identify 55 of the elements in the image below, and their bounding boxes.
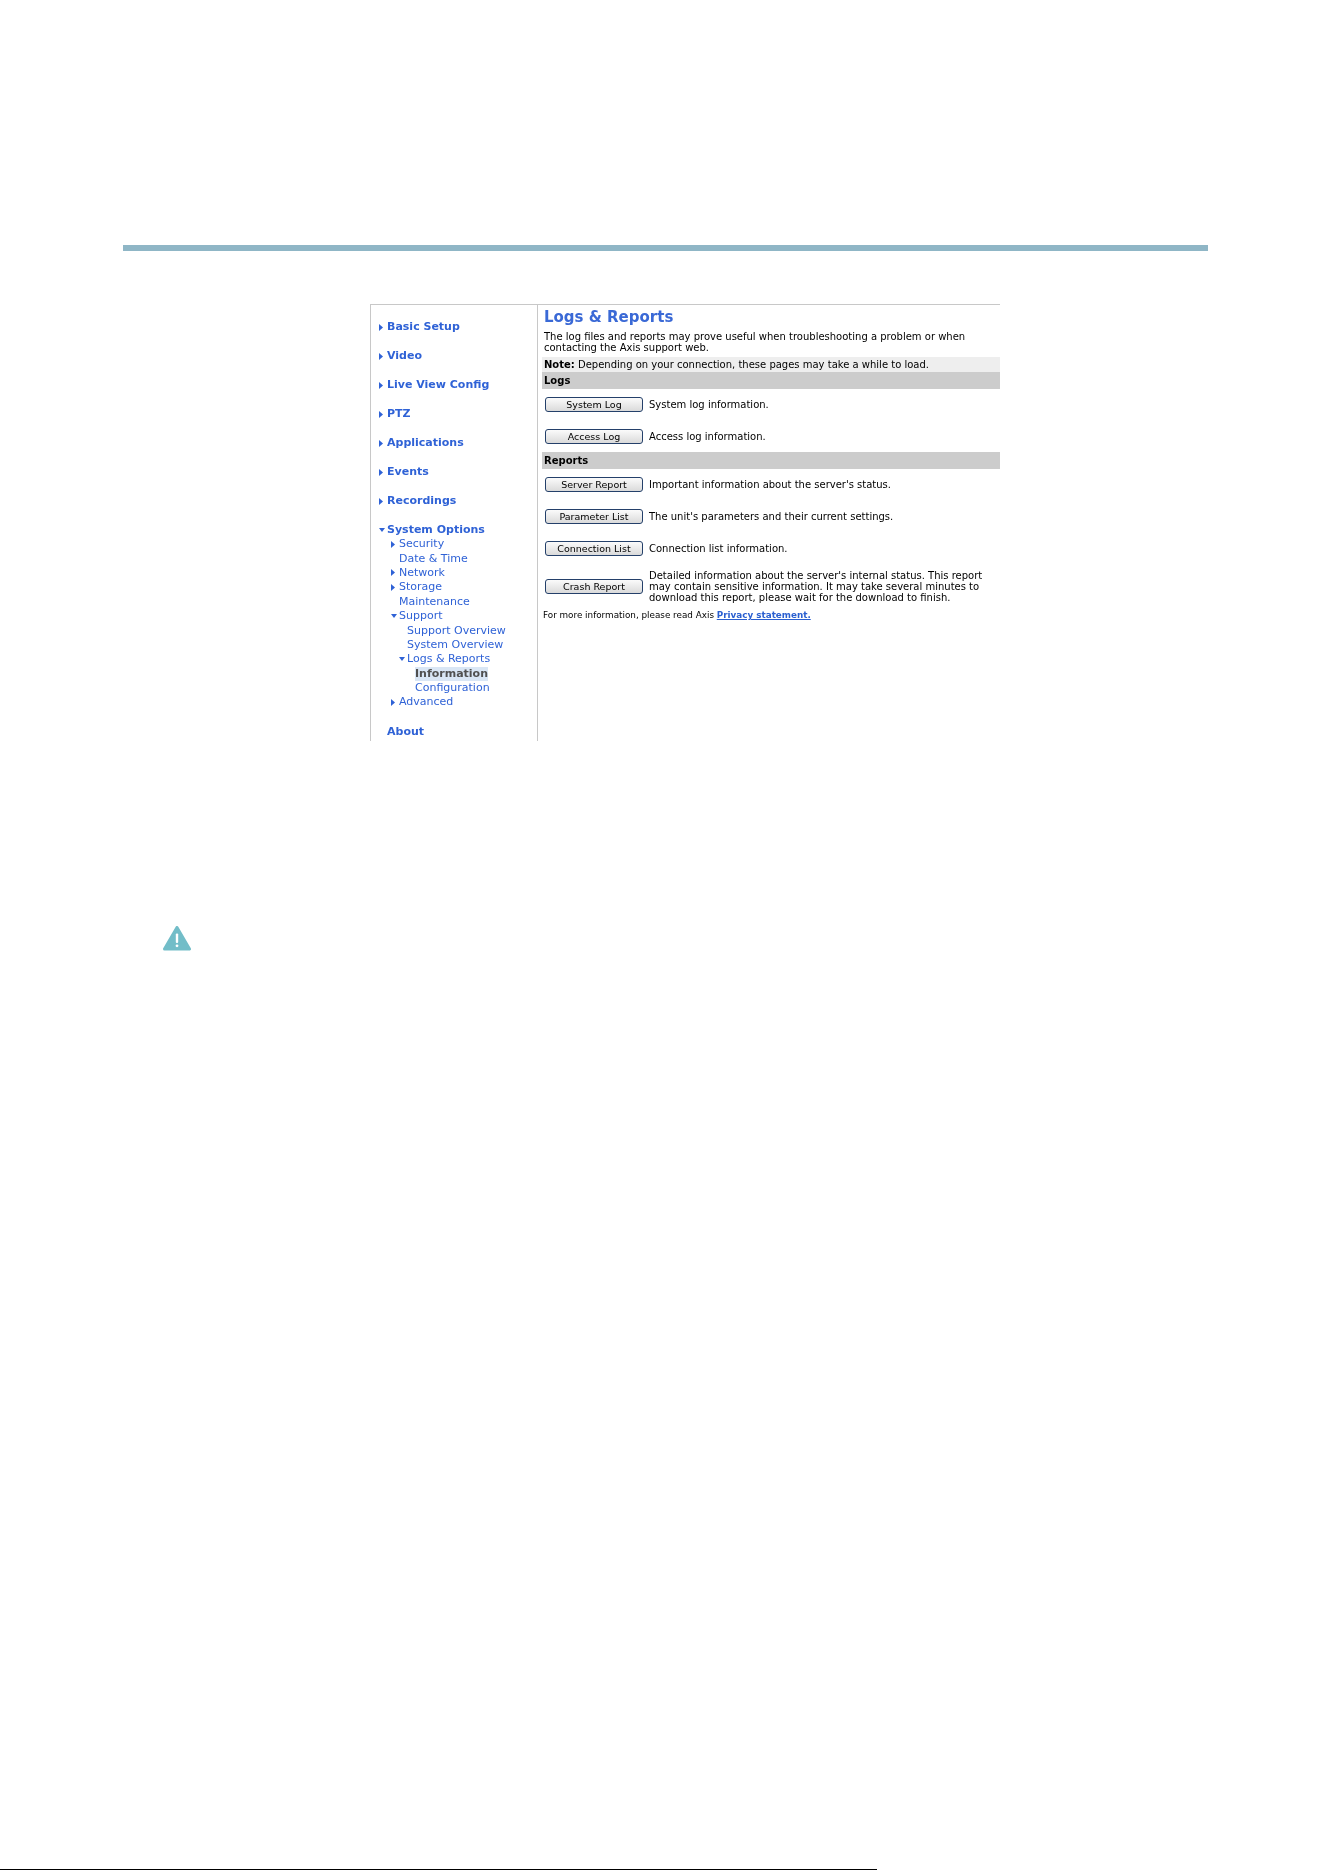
intro-text: The log files and reports may prove useful when troubleshooting a problem or when contacting the Axis support web. — [544, 332, 967, 353]
note-bar: Note: Depending on your connection, these pages may take a while to load. — [542, 357, 1000, 372]
sidebar-item[interactable]: Events — [379, 465, 429, 479]
caret-right-icon[interactable] — [379, 381, 383, 389]
sidebar-item[interactable]: Logs & Reports — [399, 652, 491, 667]
sidebar-item[interactable]: About — [387, 724, 425, 739]
description-text: Access log information. — [649, 431, 767, 442]
caret-right-icon[interactable] — [379, 352, 383, 360]
sidebar-item[interactable]: Basic Setup — [379, 320, 460, 334]
sidebar-item[interactable]: Storage — [391, 580, 443, 595]
sidebar-item[interactable]: Network — [391, 565, 445, 580]
sidebar-item[interactable]: Advanced — [391, 695, 454, 710]
caret-right-icon[interactable] — [379, 468, 383, 476]
caret-down-icon[interactable] — [379, 528, 385, 532]
description-text: Important information about the server's status. — [649, 479, 892, 490]
warning-icon — [163, 926, 191, 951]
description-text: Connection list information. — [649, 543, 789, 554]
view-button[interactable]: Server Report — [545, 477, 643, 492]
caret-right-icon[interactable] — [379, 497, 383, 505]
caret-right-icon[interactable] — [391, 540, 395, 548]
view-button[interactable]: Crash Report — [545, 579, 643, 594]
view-button[interactable]: Parameter List — [545, 509, 643, 524]
sidebar-item[interactable]: Support Overview — [407, 623, 506, 638]
sidebar-item[interactable]: Date & Time — [399, 551, 468, 566]
privacy-link[interactable]: Privacy statement. — [716, 610, 811, 620]
description-text: System log information. — [649, 399, 770, 410]
caret-down-icon[interactable] — [391, 614, 397, 619]
sidebar-item[interactable]: Configuration — [415, 681, 490, 696]
caret-right-icon[interactable] — [391, 583, 395, 591]
sidebar-item[interactable]: Video — [379, 349, 422, 363]
sidebar-item[interactable]: Information — [415, 666, 488, 681]
section-header: Reports — [542, 452, 1000, 469]
description-text: Detailed information about the server's internal status. This report may contain sensitive information. It may take several minutes to download this report, please wait for the download to finish. — [649, 570, 984, 603]
sidebar-item[interactable]: Live View Config — [379, 378, 490, 392]
section-header: Logs — [542, 372, 1000, 389]
view-button[interactable]: Access Log — [545, 429, 643, 444]
view-button[interactable]: System Log — [545, 397, 643, 412]
view-button[interactable]: Connection List — [545, 541, 643, 556]
sidebar-item[interactable]: Recordings — [379, 494, 457, 508]
caret-right-icon[interactable] — [391, 699, 395, 706]
caret-right-icon[interactable] — [379, 410, 383, 418]
caret-down-icon[interactable] — [399, 657, 405, 662]
page-title: Logs & Reports — [543, 308, 674, 326]
sidebar-item[interactable]: System Options — [379, 523, 485, 537]
sidebar-item[interactable]: Maintenance — [399, 594, 470, 609]
sidebar-item[interactable]: Applications — [379, 436, 464, 450]
caret-right-icon[interactable] — [379, 323, 383, 331]
sidebar-item[interactable]: Support — [391, 609, 443, 624]
footer-text: For more information, please read Axis Privacy statement. — [542, 610, 811, 621]
sidebar-item[interactable]: System Overview — [407, 637, 504, 652]
caret-right-icon[interactable] — [391, 569, 395, 577]
sidebar-item[interactable]: Security — [391, 537, 445, 552]
sidebar-item[interactable]: PTZ — [379, 407, 411, 421]
description-text: The unit's parameters and their current settings. — [649, 511, 895, 522]
caret-right-icon[interactable] — [379, 439, 383, 447]
